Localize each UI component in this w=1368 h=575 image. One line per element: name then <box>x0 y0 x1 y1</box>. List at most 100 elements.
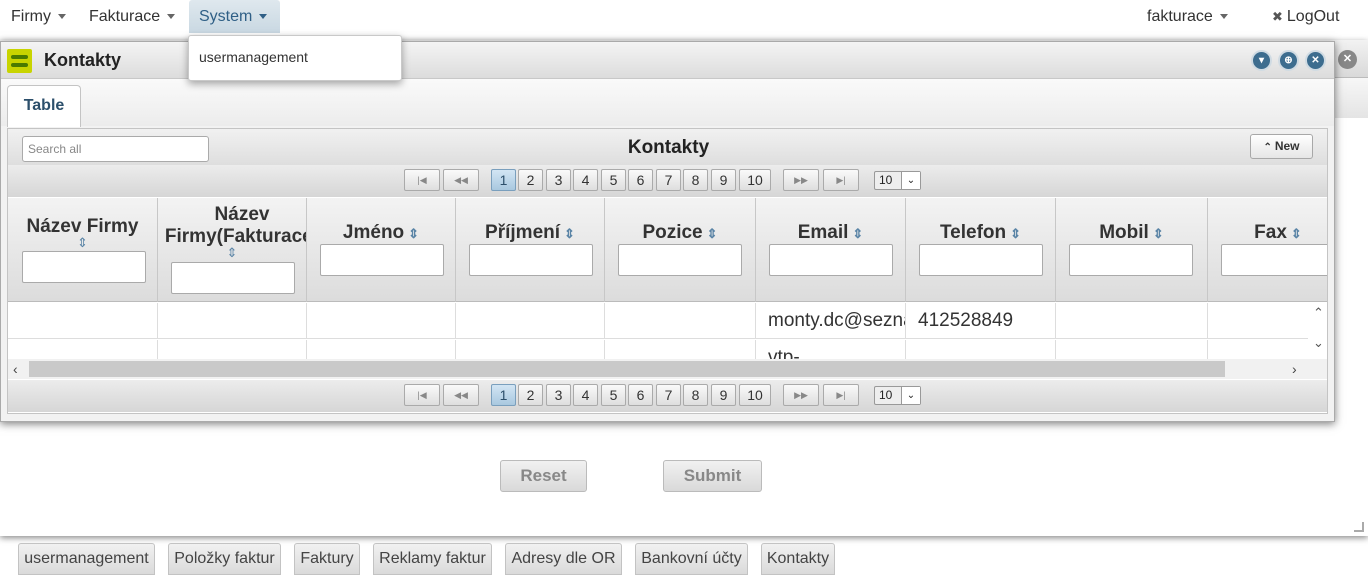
resize-handle[interactable] <box>1354 522 1364 532</box>
filter-input-nazev-firmy[interactable] <box>22 251 146 283</box>
submit-button[interactable]: Submit <box>663 460 762 492</box>
chevron-left-icon[interactable]: ‹ <box>13 359 18 379</box>
page-button[interactable]: 10 <box>739 169 771 191</box>
table-row[interactable]: vtp- <box>8 340 1308 359</box>
last-page-icon[interactable]: ▶| <box>823 384 859 406</box>
close-icon[interactable]: ✕ <box>1305 50 1326 71</box>
column-label: Telefon <box>939 222 1007 243</box>
first-page-icon[interactable]: |◀ <box>404 169 440 191</box>
menu-fakturace[interactable]: Fakturace <box>89 0 176 33</box>
sort-icon[interactable]: ⇕ <box>564 226 575 241</box>
dropdown-item-usermanagement[interactable]: usermanagement <box>199 49 308 65</box>
table-cell <box>307 340 456 359</box>
page-button[interactable]: 5 <box>601 169 626 191</box>
chevron-up-icon[interactable]: ⌃ <box>1308 305 1327 321</box>
table-row[interactable]: monty.dc@seznam.cz 412528849 <box>8 303 1308 339</box>
page-button[interactable]: 4 <box>573 169 598 191</box>
column-header-email[interactable]: Email ⇕ <box>756 198 906 302</box>
column-header-nazev-firmy-fakturace[interactable]: Název Firmy(Fakturace) ⇕ <box>158 198 307 302</box>
page-button[interactable]: 6 <box>628 169 653 191</box>
prev-page-icon[interactable]: ◀◀ <box>443 169 479 191</box>
page-button[interactable]: 7 <box>656 384 681 406</box>
chevron-down-icon[interactable]: ⌄ <box>1308 335 1327 351</box>
scrollbar-thumb[interactable] <box>29 361 1225 377</box>
sort-icon[interactable]: ⇕ <box>8 236 157 249</box>
page-button[interactable]: 6 <box>628 384 653 406</box>
page-button[interactable]: 2 <box>518 384 543 406</box>
filter-input-prijmeni[interactable] <box>469 244 593 276</box>
taskbar-tab-usermanagement[interactable]: usermanagement <box>18 543 155 575</box>
page-button[interactable]: 8 <box>683 169 708 191</box>
horizontal-scrollbar[interactable]: ‹ › <box>8 359 1327 379</box>
sort-icon[interactable]: ⇕ <box>707 226 718 241</box>
sort-icon[interactable]: ⇕ <box>1010 226 1021 241</box>
logout-button[interactable]: ✖ LogOut <box>1272 0 1339 33</box>
minimize-icon[interactable]: ▾ <box>1251 50 1272 71</box>
chevron-down-icon <box>259 14 268 20</box>
maximize-icon[interactable]: ⊕ <box>1278 50 1299 71</box>
column-header-nazev-firmy[interactable]: Název Firmy ⇕ <box>8 198 158 302</box>
last-page-icon[interactable]: ▶| <box>823 169 859 191</box>
taskbar-tab-reklamy-faktur[interactable]: Reklamy faktur <box>373 543 492 575</box>
page-button[interactable]: 9 <box>711 169 736 191</box>
taskbar-tab-bankovni-ucty[interactable]: Bankovní účty <box>635 543 748 575</box>
page-button[interactable]: 3 <box>546 384 571 406</box>
filter-input-fax[interactable] <box>1221 244 1327 276</box>
page-button[interactable]: 10 <box>739 384 771 406</box>
sort-icon[interactable]: ⇕ <box>158 246 306 259</box>
page-button[interactable]: 2 <box>518 169 543 191</box>
column-header-telefon[interactable]: Telefon ⇕ <box>906 198 1056 302</box>
sort-icon[interactable]: ⇕ <box>1153 226 1164 241</box>
page-button[interactable]: 3 <box>546 169 571 191</box>
filter-input-telefon[interactable] <box>919 244 1043 276</box>
next-page-icon[interactable]: ▶▶ <box>783 169 819 191</box>
column-header-mobil[interactable]: Mobil ⇕ <box>1056 198 1208 302</box>
next-page-icon[interactable]: ▶▶ <box>783 384 819 406</box>
vertical-scrollbar[interactable]: ⌃ ⌄ <box>1308 303 1327 359</box>
new-button[interactable]: ⌃ New <box>1250 134 1313 159</box>
rows-per-page-select[interactable]: 10 ⌄ <box>874 386 921 405</box>
column-header-jmeno[interactable]: Jméno ⇕ <box>307 198 456 302</box>
sort-icon[interactable]: ⇕ <box>852 226 863 241</box>
rows-per-page-value: 10 <box>879 173 893 187</box>
column-label: Email <box>797 222 849 243</box>
sort-icon[interactable]: ⇕ <box>1291 226 1302 241</box>
table-cell <box>1056 340 1208 359</box>
menu-label: System <box>199 8 253 25</box>
menu-firmy[interactable]: Firmy <box>11 0 66 33</box>
filter-input-pozice[interactable] <box>618 244 742 276</box>
page-button[interactable]: 5 <box>601 384 626 406</box>
page-button[interactable]: 8 <box>683 384 708 406</box>
taskbar-tab-polozky-faktur[interactable]: Položky faktur <box>168 543 281 575</box>
taskbar-tab-kontakty[interactable]: Kontakty <box>761 543 835 575</box>
taskbar-tab-faktury[interactable]: Faktury <box>294 543 360 575</box>
page-button[interactable]: 1 <box>491 169 516 191</box>
first-page-icon[interactable]: |◀ <box>404 384 440 406</box>
filter-input-jmeno[interactable] <box>320 244 444 276</box>
column-label: Název Firmy(Fakturace) <box>164 204 307 247</box>
user-menu[interactable]: fakturace <box>1147 0 1228 33</box>
menu-system[interactable]: System <box>189 0 280 33</box>
reset-button[interactable]: Reset <box>500 460 587 492</box>
column-header-fax[interactable]: Fax ⇕ <box>1208 198 1327 302</box>
close-icon[interactable]: ✕ <box>1338 50 1357 69</box>
chevron-right-icon[interactable]: › <box>1292 359 1297 379</box>
table-cell <box>605 303 756 339</box>
tab-table[interactable]: Table <box>7 85 81 127</box>
chevron-down-icon <box>1219 14 1228 20</box>
page-button[interactable]: 7 <box>656 169 681 191</box>
rows-per-page-select[interactable]: 10 ⌄ <box>874 171 921 190</box>
table-title: Kontakty <box>627 137 710 158</box>
column-header-prijmeni[interactable]: Příjmení ⇕ <box>456 198 605 302</box>
sort-icon[interactable]: ⇕ <box>408 226 419 241</box>
page-button[interactable]: 9 <box>711 384 736 406</box>
taskbar-tab-adresy-dle-or[interactable]: Adresy dle OR <box>505 543 622 575</box>
prev-page-icon[interactable]: ◀◀ <box>443 384 479 406</box>
column-label: Příjmení <box>485 222 561 243</box>
filter-input-mobil[interactable] <box>1069 244 1193 276</box>
column-header-pozice[interactable]: Pozice ⇕ <box>605 198 756 302</box>
page-button[interactable]: 1 <box>491 384 516 406</box>
filter-input-email[interactable] <box>769 244 893 276</box>
filter-input-nazev-firmy-fakturace[interactable] <box>171 262 295 294</box>
page-button[interactable]: 4 <box>573 384 598 406</box>
